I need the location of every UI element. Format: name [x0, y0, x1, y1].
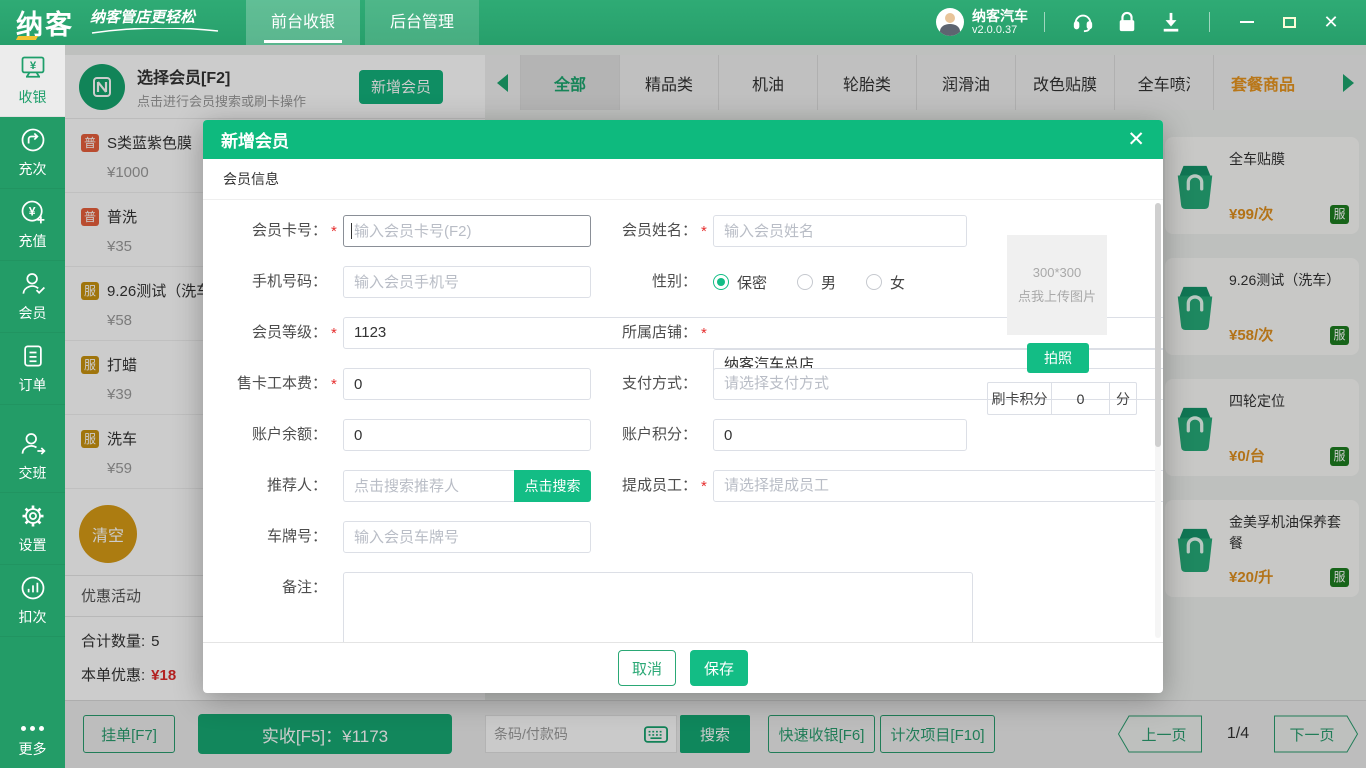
brand-logo: 纳客: [15, 3, 74, 42]
dialog-header: 新增会员 ✕: [203, 120, 1163, 159]
required-mark: *: [701, 478, 707, 495]
cashier-icon: ¥: [21, 56, 44, 78]
maximize-button[interactable]: [1280, 13, 1298, 31]
referrer-input[interactable]: [343, 470, 514, 502]
card-points-unit: 分: [1116, 390, 1130, 407]
radio-gender-male[interactable]: 男: [797, 272, 836, 293]
download-icon[interactable]: [1159, 10, 1183, 34]
sidebar: ¥ 收银 充次 ¥ 充值 会员 订单 交班 设置 扣次 更多: [0, 45, 65, 768]
dialog-body: 会员信息 会员卡号： * 会员姓名： * 手机号码：: [203, 159, 1163, 642]
modal-scrollbar-track[interactable]: [1155, 203, 1161, 638]
minimize-button[interactable]: [1238, 13, 1256, 31]
app-version: v2.0.0.37: [972, 24, 1018, 37]
app-window: 纳客 纳客管店更轻松 前台收银 后台管理 纳客汽车 v2.0.0.37 ✕ ¥ …: [0, 0, 1366, 768]
select-placeholder: 请选择提成员工: [724, 477, 830, 494]
field-label-phone: 手机号码：: [251, 273, 327, 290]
close-icon[interactable]: ✕: [1127, 129, 1145, 150]
deduct-times-icon: [21, 576, 44, 600]
customer-service-icon[interactable]: [1071, 10, 1095, 34]
field-label-level: 会员等级：: [251, 324, 327, 341]
field-label-plate: 车牌号：: [266, 528, 327, 545]
field-label-member-name: 会员姓名：: [621, 222, 697, 239]
required-mark: *: [701, 325, 707, 342]
brand-tagline: 纳客管店更轻松: [90, 6, 220, 35]
sidebar-item-settings[interactable]: 设置: [0, 493, 65, 565]
topbar: 纳客 纳客管店更轻松 前台收银 后台管理 纳客汽车 v2.0.0.37 ✕: [0, 0, 1366, 45]
sidebar-item-shift[interactable]: 交班: [0, 421, 65, 493]
text-caret: [351, 223, 352, 239]
sidebar-item-orders[interactable]: 订单: [0, 333, 65, 405]
lock-icon[interactable]: [1115, 10, 1139, 34]
member-name-input[interactable]: [713, 215, 967, 247]
sidebar-item-members[interactable]: 会员: [0, 261, 65, 333]
field-label-store: 所属店铺：: [621, 324, 697, 341]
field-label-points: 账户积分：: [621, 426, 697, 443]
gear-icon: [22, 505, 43, 527]
radio-gender-secret[interactable]: 保密: [713, 272, 767, 293]
recharge-times-icon: [21, 128, 44, 152]
add-member-dialog: 新增会员 ✕ 会员信息 会员卡号： * 会员姓名： * 手机号码: [203, 120, 1163, 693]
field-label-pay-method: 支付方式：: [621, 375, 697, 392]
radio-dot: [713, 274, 729, 290]
tab-backstage[interactable]: 后台管理: [365, 0, 480, 45]
radio-dot: [866, 274, 883, 290]
field-label-referrer: 推荐人：: [266, 477, 327, 494]
logo-accent: [15, 36, 39, 40]
select-placeholder: 请选择支付方式: [724, 375, 830, 392]
sidebar-item-deduct-times[interactable]: 扣次: [0, 565, 65, 637]
modal-scrollbar-thumb[interactable]: [1155, 203, 1161, 447]
required-mark: *: [701, 223, 707, 240]
photo-size-hint: 300*300: [1032, 265, 1082, 280]
required-mark: *: [331, 325, 337, 342]
points-input[interactable]: [713, 419, 967, 451]
svg-text:¥: ¥: [28, 205, 35, 219]
required-mark: *: [331, 223, 337, 240]
field-label-card-no: 会员卡号：: [251, 222, 327, 239]
field-label-balance: 账户余额：: [251, 426, 327, 443]
cancel-button[interactable]: 取消: [618, 650, 676, 686]
plate-input[interactable]: [343, 521, 591, 553]
dialog-title: 新增会员: [221, 132, 289, 151]
field-label-card-fee: 售卡工本费：: [236, 375, 327, 392]
sidebar-item-cashier[interactable]: ¥ 收银: [0, 45, 65, 117]
top-up-icon: ¥: [21, 200, 44, 224]
user-avatar[interactable]: [936, 8, 964, 37]
field-label-remark: 备注：: [281, 579, 327, 596]
member-icon: [22, 273, 45, 294]
user-info: 纳客汽车 v2.0.0.37: [972, 8, 1028, 37]
divider: [1044, 12, 1045, 33]
take-photo-button[interactable]: 拍照: [1027, 343, 1089, 373]
radio-dot: [797, 274, 814, 290]
user-name: 纳客汽车: [972, 8, 1028, 25]
select-value: 1123: [354, 324, 387, 341]
tagline-swoosh: [91, 28, 219, 34]
dialog-footer: 取消 保存: [203, 642, 1163, 693]
sidebar-item-top-up[interactable]: ¥ 充值: [0, 189, 65, 261]
card-points-label: 刷卡积分: [988, 383, 1052, 414]
topbar-right: 纳客汽车 v2.0.0.37 ✕: [936, 8, 1352, 37]
field-label-gender: 性别：: [651, 273, 697, 290]
card-points-input[interactable]: 0: [1052, 383, 1110, 414]
sidebar-item-more[interactable]: 更多: [0, 708, 65, 768]
photo-upload-hint: 点我上传图片: [1017, 289, 1096, 304]
section-title: 会员信息: [203, 159, 1163, 200]
required-mark: *: [331, 376, 337, 393]
order-icon: [23, 345, 42, 367]
more-dots-icon: [19, 718, 46, 734]
divider: [1209, 12, 1210, 33]
shift-icon: [21, 433, 46, 455]
gender-radio-group: 保密 男 女: [713, 266, 967, 298]
svg-text:¥: ¥: [29, 60, 36, 72]
tab-front-cashier[interactable]: 前台收银: [246, 0, 361, 45]
remark-textarea[interactable]: [343, 572, 973, 642]
commission-staff-select[interactable]: 请选择提成员工: [713, 470, 1163, 502]
main-tabs: 前台收银 后台管理: [246, 0, 484, 45]
photo-upload-box[interactable]: 300*300 点我上传图片: [1007, 235, 1107, 335]
close-window-button[interactable]: ✕: [1322, 13, 1340, 31]
radio-gender-female[interactable]: 女: [866, 272, 905, 293]
sidebar-item-recharge-times[interactable]: 充次: [0, 117, 65, 189]
card-points-group: 刷卡积分 0 分: [987, 382, 1137, 415]
save-button[interactable]: 保存: [690, 650, 748, 686]
field-label-staff: 提成员工：: [621, 477, 697, 494]
